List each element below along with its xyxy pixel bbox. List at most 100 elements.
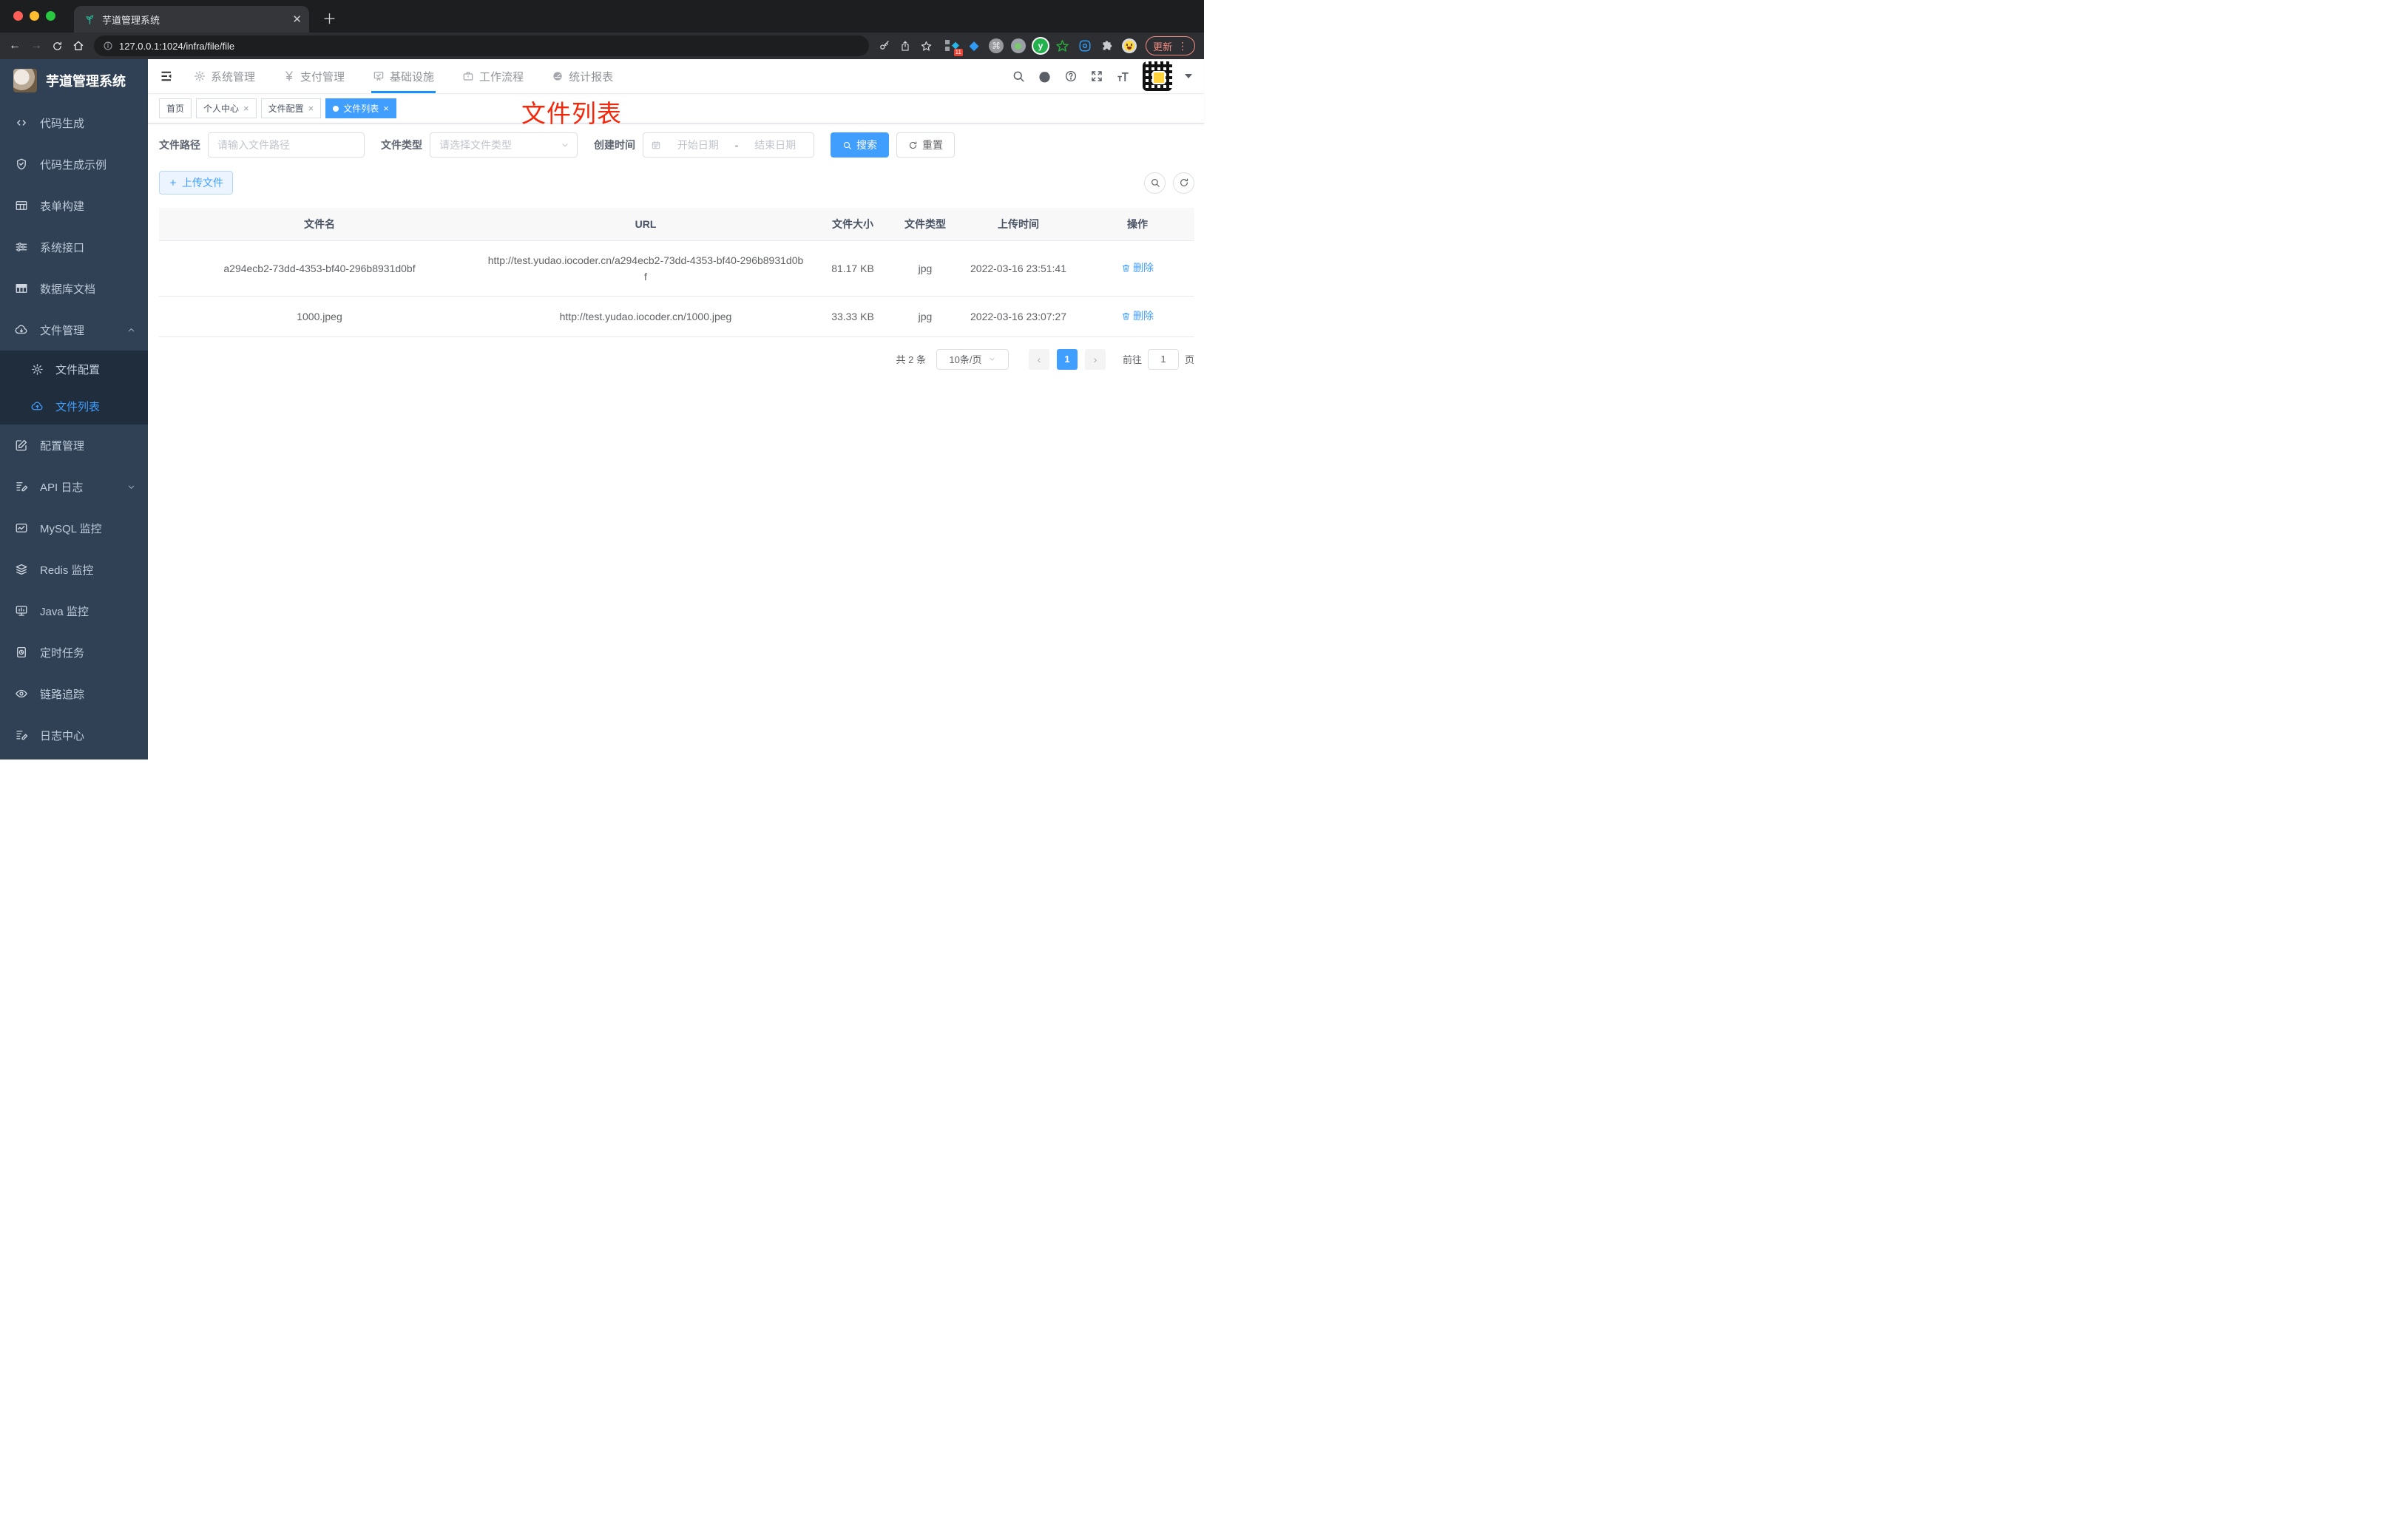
window-minimize-button[interactable] xyxy=(30,11,39,21)
toggle-search-button[interactable] xyxy=(1144,172,1166,194)
prev-page-button[interactable]: ‹ xyxy=(1028,348,1049,370)
sidebar-item-form-builder[interactable]: 表单构建 xyxy=(0,185,148,226)
sidebar-item-file-management[interactable]: 文件管理 xyxy=(0,309,148,351)
refresh-table-button[interactable] xyxy=(1173,172,1194,194)
close-icon[interactable]: × xyxy=(243,103,249,114)
tag-home[interactable]: 首页 xyxy=(159,98,192,118)
github-icon[interactable] xyxy=(1038,70,1052,84)
file-management-submenu: 文件配置 文件列表 xyxy=(0,351,148,424)
chrome-update-button[interactable]: 更新 ⋮ xyxy=(1145,36,1195,55)
top-menu-reports[interactable]: 统计报表 xyxy=(552,59,613,93)
code-icon xyxy=(15,116,28,129)
sidebar-item-system-api[interactable]: 系统接口 xyxy=(0,226,148,268)
avatar-caret-icon[interactable] xyxy=(1185,74,1192,78)
sidebar-item-mysql-monitor[interactable]: MySQL 监控 xyxy=(0,507,148,549)
sidebar-item-file-list[interactable]: 文件列表 xyxy=(0,388,148,424)
browser-tab-title: 芋道管理系统 xyxy=(102,14,160,26)
search-icon[interactable] xyxy=(1012,70,1025,83)
top-menu-workflow[interactable]: 工作流程 xyxy=(462,59,524,93)
extension-star-icon[interactable] xyxy=(1055,38,1070,53)
start-date-placeholder[interactable]: 开始日期 xyxy=(667,138,729,152)
window-close-button[interactable] xyxy=(13,11,23,21)
goto-page-input[interactable] xyxy=(1147,348,1179,370)
chevron-up-icon xyxy=(126,325,136,335)
font-size-icon[interactable] xyxy=(1116,70,1130,84)
next-page-button[interactable]: › xyxy=(1084,348,1106,370)
top-menu-payment[interactable]: 支付管理 xyxy=(283,59,345,93)
tag-file-list[interactable]: 文件列表 × xyxy=(325,98,396,118)
user-avatar[interactable] xyxy=(1143,61,1172,91)
delete-button[interactable]: 删除 xyxy=(1121,308,1154,324)
share-icon[interactable] xyxy=(899,40,911,52)
sidebar-collapse-button[interactable] xyxy=(160,69,175,84)
file-list-page: 文件路径 文件类型 请选择文件类型 创建时间 开始日期 - xyxy=(148,124,1204,760)
extension-dot-icon[interactable] xyxy=(1010,38,1026,53)
gear-icon xyxy=(194,70,206,82)
date-range-picker[interactable]: 开始日期 - 结束日期 xyxy=(643,132,814,158)
extension-command-icon[interactable]: ⌘ xyxy=(988,38,1004,53)
help-icon[interactable] xyxy=(1064,70,1078,83)
file-type-select[interactable]: 请选择文件类型 xyxy=(430,132,578,158)
search-button[interactable]: 搜索 xyxy=(831,132,889,158)
sidebar-item-api-log[interactable]: API 日志 xyxy=(0,466,148,507)
sidebar-item-trace[interactable]: 链路追踪 xyxy=(0,673,148,714)
tag-file-config[interactable]: 文件配置 × xyxy=(260,98,322,118)
site-info-icon[interactable] xyxy=(103,41,113,51)
tag-profile[interactable]: 个人中心 × xyxy=(196,98,257,118)
column-url: URL xyxy=(480,208,811,241)
logo-avatar xyxy=(13,69,37,92)
home-button[interactable] xyxy=(72,40,84,52)
sidebar: 芋道管理系统 代码生成 代码生成示例 表单构建 系统接口 数据库文档 文件管理 … xyxy=(0,59,148,760)
cell-file-size: 81.17 KB xyxy=(811,240,894,297)
browser-tab[interactable]: 芋道管理系统 ✕ xyxy=(74,6,309,33)
forward-button[interactable]: → xyxy=(30,40,42,52)
sidebar-item-redis-monitor[interactable]: Redis 监控 xyxy=(0,549,148,590)
sidebar-item-code-gen[interactable]: 代码生成 xyxy=(0,102,148,143)
sidebar-item-file-config[interactable]: 文件配置 xyxy=(0,351,148,388)
close-icon[interactable]: × xyxy=(308,103,314,114)
file-path-label: 文件路径 xyxy=(159,139,200,151)
sidebar-logo[interactable]: 芋道管理系统 xyxy=(0,59,148,102)
dashboard-icon xyxy=(552,70,564,82)
sidebar-item-code-demo[interactable]: 代码生成示例 xyxy=(0,143,148,185)
current-page-button[interactable]: 1 xyxy=(1056,348,1078,370)
sidebar-item-log-center[interactable]: 日志中心 xyxy=(0,714,148,756)
table-icon xyxy=(15,282,28,295)
passwords-key-icon[interactable] xyxy=(879,40,890,52)
sidebar-item-java-monitor[interactable]: Java 监控 xyxy=(0,590,148,632)
window-controls[interactable] xyxy=(13,11,55,21)
end-date-placeholder[interactable]: 结束日期 xyxy=(744,138,806,152)
bookmark-star-icon[interactable] xyxy=(920,40,933,53)
sidebar-item-config-management[interactable]: 配置管理 xyxy=(0,424,148,466)
top-menu-system[interactable]: 系统管理 xyxy=(194,59,255,93)
reset-button[interactable]: 重置 xyxy=(896,132,955,158)
file-path-input[interactable] xyxy=(208,132,365,158)
tab-close-icon[interactable]: ✕ xyxy=(292,13,302,26)
window-zoom-button[interactable] xyxy=(46,11,55,21)
browser-actions: ◆ 11 ◆ ⌘ y 更新 ⋮ xyxy=(879,36,1195,56)
reload-button[interactable] xyxy=(52,41,63,52)
trash-icon xyxy=(1121,263,1131,273)
extensions-puzzle-icon[interactable] xyxy=(1100,38,1115,53)
extension-diamond-icon[interactable]: ◆ 11 xyxy=(944,38,963,56)
url-bar[interactable]: 127.0.0.1:1024/infra/file/file xyxy=(94,35,869,56)
extension-y-icon[interactable]: y xyxy=(1032,38,1048,53)
extension-gem-icon[interactable]: ◆ xyxy=(967,38,981,53)
top-menus: 系统管理 支付管理 基础设施 工作流程 统计报表 xyxy=(194,59,613,93)
profile-avatar[interactable] xyxy=(1121,38,1137,53)
create-time-label: 创建时间 xyxy=(594,139,635,151)
top-menu-infrastructure[interactable]: 基础设施 xyxy=(371,59,436,93)
fullscreen-icon[interactable] xyxy=(1090,70,1103,83)
new-tab-button[interactable]: ＋ xyxy=(322,8,336,28)
page-size-select[interactable]: 10条/页 xyxy=(936,348,1009,370)
file-type-label: 文件类型 xyxy=(381,139,422,151)
shield-check-icon xyxy=(15,158,28,171)
delete-button[interactable]: 删除 xyxy=(1121,260,1154,276)
extension-eye-icon[interactable] xyxy=(1078,38,1092,53)
layers-icon xyxy=(15,563,28,576)
sidebar-item-db-doc[interactable]: 数据库文档 xyxy=(0,268,148,309)
back-button[interactable]: ← xyxy=(9,40,21,52)
upload-file-button[interactable]: 上传文件 xyxy=(159,171,233,194)
sidebar-item-scheduled-tasks[interactable]: 定时任务 xyxy=(0,632,148,673)
close-icon[interactable]: × xyxy=(383,103,389,114)
